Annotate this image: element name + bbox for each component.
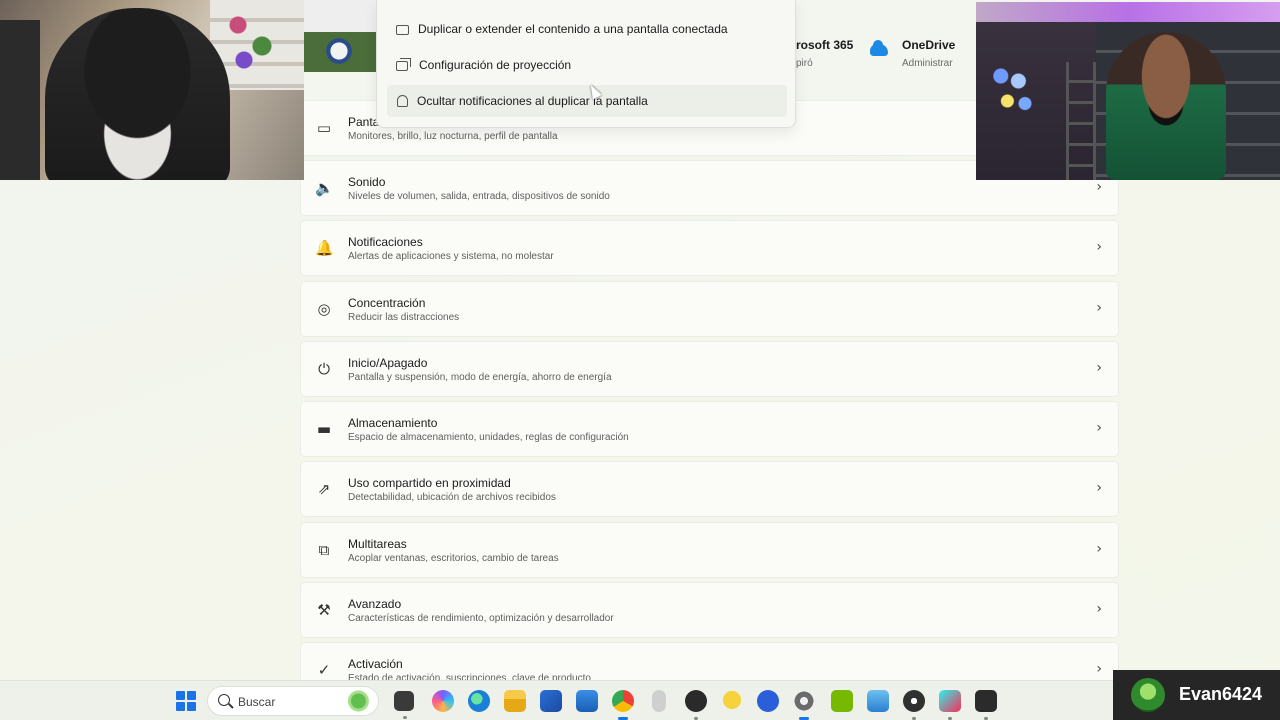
settings-row-multitasking[interactable]: ⧉ Multitareas Acoplar ventanas, escritor… [300,522,1119,578]
check-circle-icon: ✓ [317,661,331,679]
onedrive-cloud-icon [870,40,888,56]
taskbar: Buscar [0,680,1280,720]
webcam-left-coat [0,20,40,180]
mouse-icon[interactable] [652,690,666,712]
power-icon: ⏻ [318,360,330,378]
webcam-right-hex-lights [992,66,1036,116]
chevron-right-icon: › [1096,541,1102,557]
settings-row-nearby-sharing[interactable]: ⇗ Uso compartido en proximidad Detectabi… [300,461,1119,517]
settings-row-title: Inicio/Apagado [348,356,428,370]
chevron-right-icon: › [1096,601,1102,617]
streamer-name: Evan6424 [1179,684,1263,704]
chevron-right-icon: › [1096,420,1102,436]
webcam-right-ladder [1066,62,1096,180]
webcam-left [0,0,304,180]
settings-row-subtitle: Pantalla y suspensión, modo de energía, … [348,372,612,383]
nvidia-icon[interactable] [831,690,853,712]
settings-row-notifications[interactable]: 🔔 Notificaciones Alertas de aplicaciones… [300,220,1119,276]
flyout-item-label: Duplicar o extender el contenido a una p… [418,22,728,36]
multitask-icon: ⧉ [318,541,330,559]
streamer-badge: Evan6424 [1113,670,1280,720]
flyout-item-projection-settings[interactable]: Configuración de proyección [387,49,787,81]
settings-row-title: Notificaciones [348,235,423,249]
bell-icon: 🔔 [315,239,334,257]
bm-app-icon[interactable] [685,690,707,720]
settings-row-subtitle: Detectabilidad, ubicación de archivos re… [348,492,556,503]
mail-icon[interactable] [576,690,598,712]
search-placeholder: Buscar [238,695,276,709]
chevron-right-icon: › [1096,480,1102,496]
settings-row-title: Uso compartido en proximidad [348,476,511,490]
share-icon: ⇗ [317,480,331,498]
chevron-right-icon: › [1096,300,1102,316]
webcam-right-ceiling [976,2,1280,22]
speaker-icon: 🔈 [315,179,334,197]
onedrive-card[interactable]: OneDrive Administrar [870,38,955,69]
obs-icon[interactable] [903,690,925,720]
webcam-left-person [45,8,230,180]
storage-icon: ▬ [316,420,332,438]
settings-row-power[interactable]: ⏻ Inicio/Apagado Pantalla y suspensión, … [300,341,1119,397]
microsoft-365-status: piró [796,58,813,69]
display-icon: ▭ [316,119,332,137]
flyout-item-duplicate-extend[interactable]: Duplicar o extender el contenido a una p… [387,13,787,45]
photos-icon[interactable] [867,690,889,712]
onedrive-manage-link[interactable]: Administrar [902,58,955,69]
settings-icon[interactable] [793,690,815,720]
search-icon [218,694,230,706]
copilot-icon[interactable] [432,690,454,712]
file-explorer-dark-icon[interactable] [394,691,414,719]
settings-row-storage[interactable]: ▬ Almacenamiento Espacio de almacenamien… [300,401,1119,457]
vpn-icon[interactable] [757,690,779,712]
tools-icon: ⚒ [317,601,331,619]
settings-row-title: Multitareas [348,537,407,551]
webcam-right-person [1106,32,1226,180]
settings-row-focus[interactable]: ◎ Concentración Reducir las distraccione… [300,281,1119,337]
chrome-icon[interactable] [612,690,634,720]
store-icon[interactable] [540,690,562,712]
edge-icon[interactable] [468,690,490,712]
settings-row-subtitle: Espacio de almacenamiento, unidades, reg… [348,432,629,443]
start-button[interactable] [176,691,196,711]
settings-row-title: Almacenamiento [348,416,438,430]
settings-row-subtitle: Características de rendimiento, optimiza… [348,613,614,624]
tiktok-icon[interactable] [939,690,961,720]
settings-row-advanced[interactable]: ⚒ Avanzado Características de rendimient… [300,582,1119,638]
epic-games-icon[interactable] [975,690,997,720]
bell-icon [397,95,408,107]
chevron-right-icon: › [1096,179,1102,195]
flyout-item-label: Ocultar notificaciones al duplicar la pa… [417,94,648,108]
microsoft-365-card[interactable]: rosoft 365 piró [796,38,853,69]
settings-row-subtitle: Reducir las distracciones [348,312,460,323]
streamer-avatar [1131,678,1165,712]
onedrive-title: OneDrive [902,38,956,52]
settings-row-subtitle: Niveles de volumen, salida, entrada, dis… [348,191,610,202]
focus-icon: ◎ [317,300,331,318]
flyout-item-label: Configuración de proyección [419,58,572,72]
settings-row-title: Activación [348,657,403,671]
search-highlight-icon[interactable] [348,690,374,712]
settings-row-subtitle: Alertas de aplicaciones y sistema, no mo… [348,251,554,262]
chevron-right-icon: › [1096,360,1102,376]
display-options-flyout: Duplicar o extender el contenido a una p… [376,0,796,128]
settings-row-title: Sonido [348,175,386,189]
monitor-icon [396,25,409,35]
settings-row-title: Avanzado [348,597,402,611]
chevron-right-icon: › [1096,239,1102,255]
webcam-right [976,2,1280,180]
settings-row-title: Panta [348,115,380,129]
file-explorer-icon[interactable] [504,690,526,712]
settings-row-subtitle: Monitores, brillo, luz nocturna, perfil … [348,131,558,142]
taskbar-search-box[interactable]: Buscar [207,686,379,716]
settings-row-subtitle: Acoplar ventanas, escritorios, cambio de… [348,553,559,564]
duck-icon[interactable] [721,690,743,712]
wallpaper-thumbnail[interactable] [304,0,376,72]
microsoft-365-title: rosoft 365 [796,38,854,52]
chevron-right-icon: › [1096,661,1102,677]
project-icon [396,58,411,72]
settings-row-title: Concentración [348,296,426,310]
